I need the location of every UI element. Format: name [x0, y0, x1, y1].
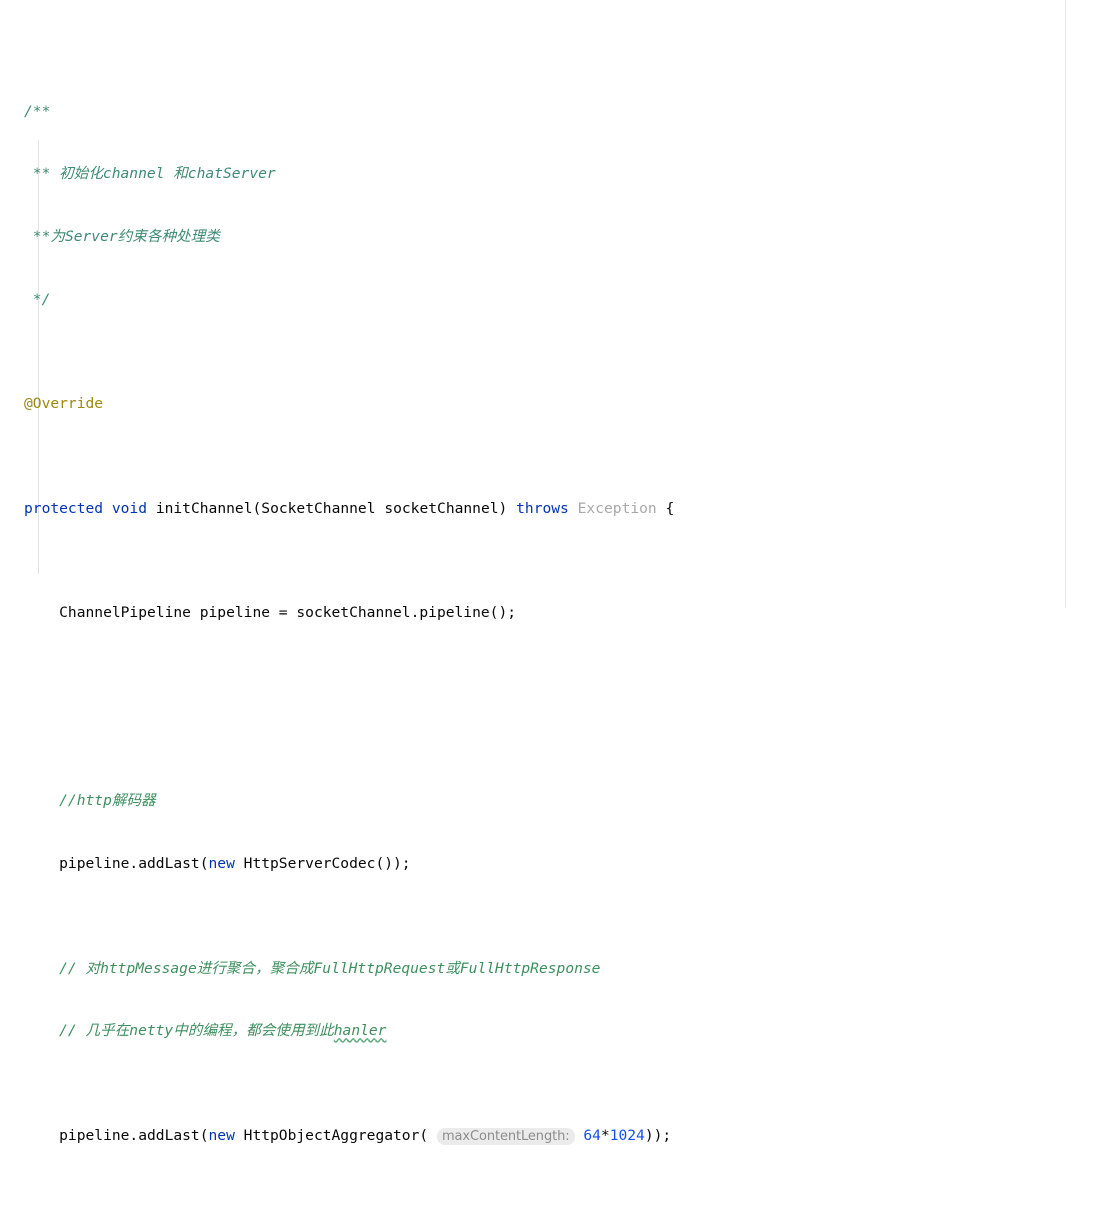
code-line-blank-1: [0, 687, 1014, 708]
http-object-aggregator-class: HttpObjectAggregator(: [234, 1126, 429, 1144]
comment-aggregate-2: // 几乎在netty中的编程，都会使用到此: [24, 1022, 334, 1040]
stmt-prefix: pipeline.addLast(: [24, 855, 209, 873]
method-name: initChannel: [155, 499, 253, 517]
stmt-suffix: ));: [644, 1126, 672, 1144]
pipeline-declaration: ChannelPipeline pipeline = socketChannel…: [24, 604, 517, 622]
return-type-keyword: void: [111, 499, 148, 517]
inlay-hint-max-content-length[interactable]: maxContentLength:: [436, 1127, 575, 1145]
code-line-comment-aggregate-1: // 对httpMessage进行聚合，聚合成FullHttpRequest或F…: [0, 959, 1014, 980]
exception-type: Exception: [577, 499, 657, 517]
value-64: 64: [583, 1126, 601, 1144]
code-editor[interactable]: /** ** 初始化channel 和chatServer **为Server约…: [0, 0, 1114, 1145]
throws-keyword: throws: [516, 499, 569, 517]
code-line-annotation: @Override: [0, 394, 1014, 415]
code-line-http-object-aggregator: pipeline.addLast(new HttpObjectAggregato…: [0, 1126, 1014, 1147]
code-line-http-server-codec: pipeline.addLast(new HttpServerCodec());: [0, 854, 1014, 875]
comment-http-codec: //http解码器: [24, 792, 156, 810]
right-margin-guide: [1065, 0, 1066, 608]
comment-typo-hanler: hanler: [333, 1022, 387, 1040]
code-line-comment-http-codec: //http解码器: [0, 791, 1014, 812]
multiply-operator: *: [600, 1126, 610, 1144]
javadoc-open: /**: [24, 102, 51, 120]
javadoc-close: */: [24, 290, 51, 308]
code-content[interactable]: /** ** 初始化channel 和chatServer **为Server约…: [0, 0, 1014, 1216]
value-1024: 1024: [609, 1126, 645, 1144]
code-line-javadoc-1: ** 初始化channel 和chatServer: [0, 164, 1014, 185]
modifier-keyword: protected: [24, 499, 104, 517]
param-type: SocketChannel: [261, 499, 376, 517]
method-open-brace: {: [665, 499, 675, 517]
new-keyword: new: [208, 855, 235, 873]
comment-aggregate-1: // 对httpMessage进行聚合，聚合成FullHttpRequest或F…: [24, 959, 601, 977]
javadoc-line-2: **为Server约束各种处理类: [24, 228, 220, 246]
http-server-codec-call: HttpServerCodec());: [234, 855, 411, 873]
param-name: socketChannel: [384, 499, 499, 517]
javadoc-line-1: ** 初始化channel 和chatServer: [24, 165, 276, 183]
code-line-comment-aggregate-2: // 几乎在netty中的编程，都会使用到此hanler: [0, 1021, 1014, 1042]
code-line-javadoc-2: **为Server约束各种处理类: [0, 227, 1014, 248]
code-line-pipeline-decl: ChannelPipeline pipeline = socketChannel…: [0, 603, 1014, 624]
override-annotation: @Override: [24, 395, 104, 413]
stmt-prefix: pipeline.addLast(: [24, 1126, 209, 1144]
code-line-javadoc-close: */: [0, 290, 1014, 311]
code-line-javadoc-open: /**: [0, 102, 1014, 123]
new-keyword: new: [208, 1126, 235, 1144]
code-line-method-signature: protected void initChannel(SocketChannel…: [24, 499, 675, 517]
